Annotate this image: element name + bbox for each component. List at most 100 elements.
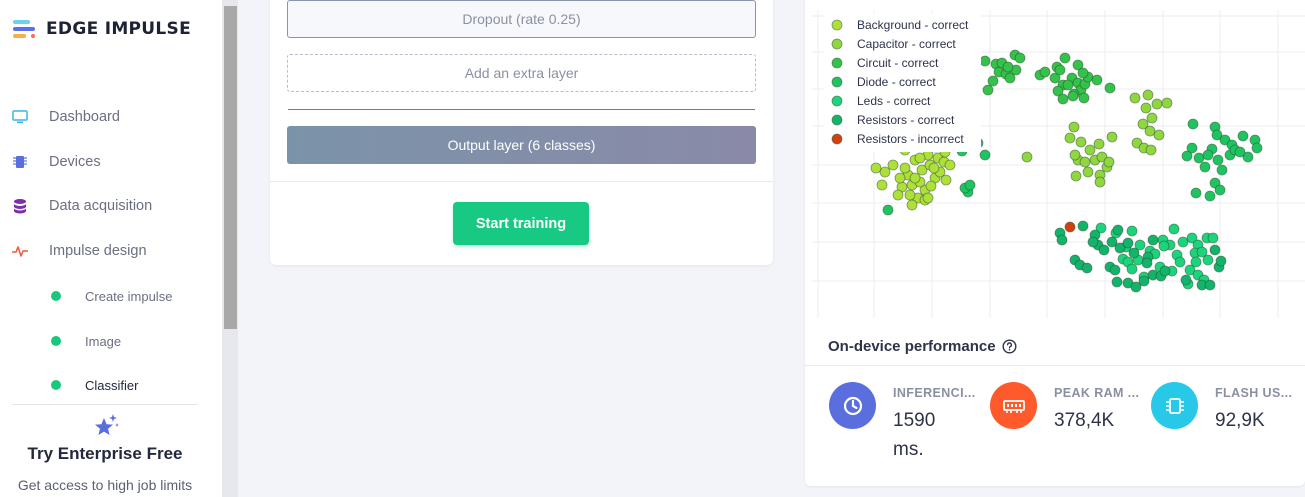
legend-label[interactable]: Circuit - correct — [857, 56, 939, 70]
scatter-point[interactable] — [928, 162, 940, 174]
scatter-point[interactable] — [1054, 64, 1066, 76]
scatter-point[interactable] — [1079, 156, 1091, 168]
scatter-point[interactable] — [1112, 224, 1124, 236]
scatter-point[interactable] — [1202, 254, 1214, 266]
start-training-button[interactable]: Start training — [453, 202, 589, 245]
scatter-point[interactable] — [1129, 92, 1141, 104]
scatter-point[interactable] — [1081, 262, 1093, 274]
sidebar-item-data-acquisition[interactable]: Data acquisition — [12, 194, 152, 218]
scatter-point[interactable] — [1181, 150, 1193, 162]
scatter-point[interactable] — [1141, 257, 1153, 269]
scatter-point[interactable] — [1084, 144, 1096, 156]
scatter-point[interactable] — [1091, 74, 1103, 86]
scatter-point[interactable] — [1002, 61, 1014, 73]
scatter-point[interactable] — [882, 204, 894, 216]
scatter-point[interactable] — [887, 159, 899, 171]
scatter-point[interactable] — [1142, 89, 1154, 101]
scatter-point[interactable] — [1075, 136, 1087, 148]
scatter-point[interactable] — [1039, 66, 1051, 78]
scatter-point[interactable] — [1151, 98, 1163, 110]
scatter-point[interactable] — [1103, 156, 1115, 168]
scatter-point[interactable] — [1207, 232, 1219, 244]
scatter-point[interactable] — [1237, 130, 1249, 142]
help-circle-icon[interactable] — [1002, 339, 1017, 354]
scatter-point[interactable] — [904, 189, 916, 201]
scatter-point[interactable] — [979, 149, 991, 161]
legend-label[interactable]: Resistors - correct — [857, 113, 955, 127]
scatter-point[interactable] — [879, 166, 891, 178]
scatter-point[interactable] — [1070, 170, 1082, 182]
scatter-point[interactable] — [1190, 187, 1202, 199]
scatter-point[interactable] — [1144, 125, 1156, 137]
scatter-point[interactable] — [1177, 236, 1189, 248]
scatter-point[interactable] — [1077, 67, 1089, 79]
scatter-point[interactable] — [892, 189, 904, 201]
scatter-point[interactable] — [899, 162, 911, 174]
legend-label[interactable]: Diode - correct — [857, 75, 936, 89]
scatter-point[interactable] — [1158, 240, 1170, 252]
dropout-layer[interactable]: Dropout (rate 0.25) — [287, 0, 756, 38]
scatter-point[interactable] — [1138, 275, 1150, 287]
scatter-point[interactable] — [1111, 276, 1123, 288]
add-extra-layer-button[interactable]: Add an extra layer — [287, 54, 756, 92]
output-layer[interactable]: Output layer (6 classes) — [287, 126, 756, 164]
scatter-point[interactable] — [1161, 97, 1173, 109]
scatter-point[interactable] — [1153, 129, 1165, 141]
scatter-point[interactable] — [1059, 52, 1071, 64]
sidebar-item-impulse-design[interactable]: Impulse design — [12, 239, 147, 263]
scatter-point[interactable] — [1174, 256, 1186, 268]
scatter-point[interactable] — [1251, 142, 1263, 154]
scatter-point[interactable] — [1093, 138, 1105, 150]
scatter-point[interactable] — [1147, 234, 1159, 246]
scatter-point[interactable] — [1109, 264, 1121, 276]
scatter-point[interactable] — [987, 75, 999, 87]
scatter-point[interactable] — [1069, 149, 1081, 161]
scatter-point[interactable] — [1067, 90, 1079, 102]
scatter-point[interactable] — [1128, 247, 1140, 259]
scatter-point[interactable] — [1146, 112, 1158, 124]
scatter-point[interactable] — [1077, 220, 1089, 232]
scatter-point[interactable] — [1180, 274, 1192, 286]
scatter-point[interactable] — [1004, 72, 1016, 84]
scatter-point[interactable] — [1199, 161, 1211, 173]
scatter-point[interactable] — [1062, 79, 1074, 91]
scatter-point[interactable] — [1216, 164, 1228, 176]
scatter-point[interactable] — [1106, 131, 1118, 143]
scatter-point[interactable] — [1056, 234, 1068, 246]
sidebar-scrollbar-thumb[interactable] — [224, 6, 237, 329]
sidebar-subitem-create-impulse[interactable]: Create impulse — [51, 286, 172, 306]
scatter-point[interactable] — [1209, 244, 1221, 256]
scatter-point[interactable] — [1214, 184, 1226, 196]
logo[interactable]: EDGE IMPULSE — [13, 19, 191, 39]
scatter-point[interactable] — [964, 179, 976, 191]
scatter-point[interactable] — [1234, 146, 1246, 158]
scatter-point[interactable] — [1204, 279, 1216, 291]
scatter-point[interactable] — [1064, 132, 1076, 144]
legend-label[interactable]: Background - correct — [857, 18, 969, 32]
scatter-point[interactable] — [979, 55, 991, 67]
scatter-point[interactable] — [870, 162, 882, 174]
sidebar-item-dashboard[interactable]: Dashboard — [12, 105, 120, 129]
scatter-point[interactable] — [1087, 236, 1099, 248]
scatter-point[interactable] — [1187, 118, 1199, 130]
scatter-point[interactable] — [1014, 52, 1026, 64]
scatter-point[interactable] — [1215, 255, 1227, 267]
legend-label[interactable]: Resistors - incorrect — [857, 132, 964, 146]
scatter-point[interactable] — [1078, 92, 1090, 104]
scatter-point[interactable] — [1212, 154, 1224, 166]
scatter-point[interactable] — [1068, 121, 1080, 133]
scatter-point[interactable] — [909, 172, 921, 184]
scatter-point[interactable] — [940, 174, 952, 186]
scatter-point[interactable] — [1057, 93, 1069, 105]
scatter-point[interactable] — [1145, 144, 1157, 156]
scatter-point[interactable] — [922, 192, 934, 204]
scatter-point[interactable] — [1021, 151, 1033, 163]
legend-label[interactable]: Capacitor - correct — [857, 37, 956, 51]
sidebar-item-devices[interactable]: Devices — [12, 150, 101, 174]
scatter-point[interactable] — [1204, 190, 1216, 202]
legend-label[interactable]: Leds - correct — [857, 94, 931, 108]
scatter-point[interactable] — [914, 152, 926, 164]
scatter-point[interactable] — [876, 179, 888, 191]
scatter-point[interactable] — [1094, 176, 1106, 188]
scatter-point[interactable] — [1202, 149, 1214, 161]
